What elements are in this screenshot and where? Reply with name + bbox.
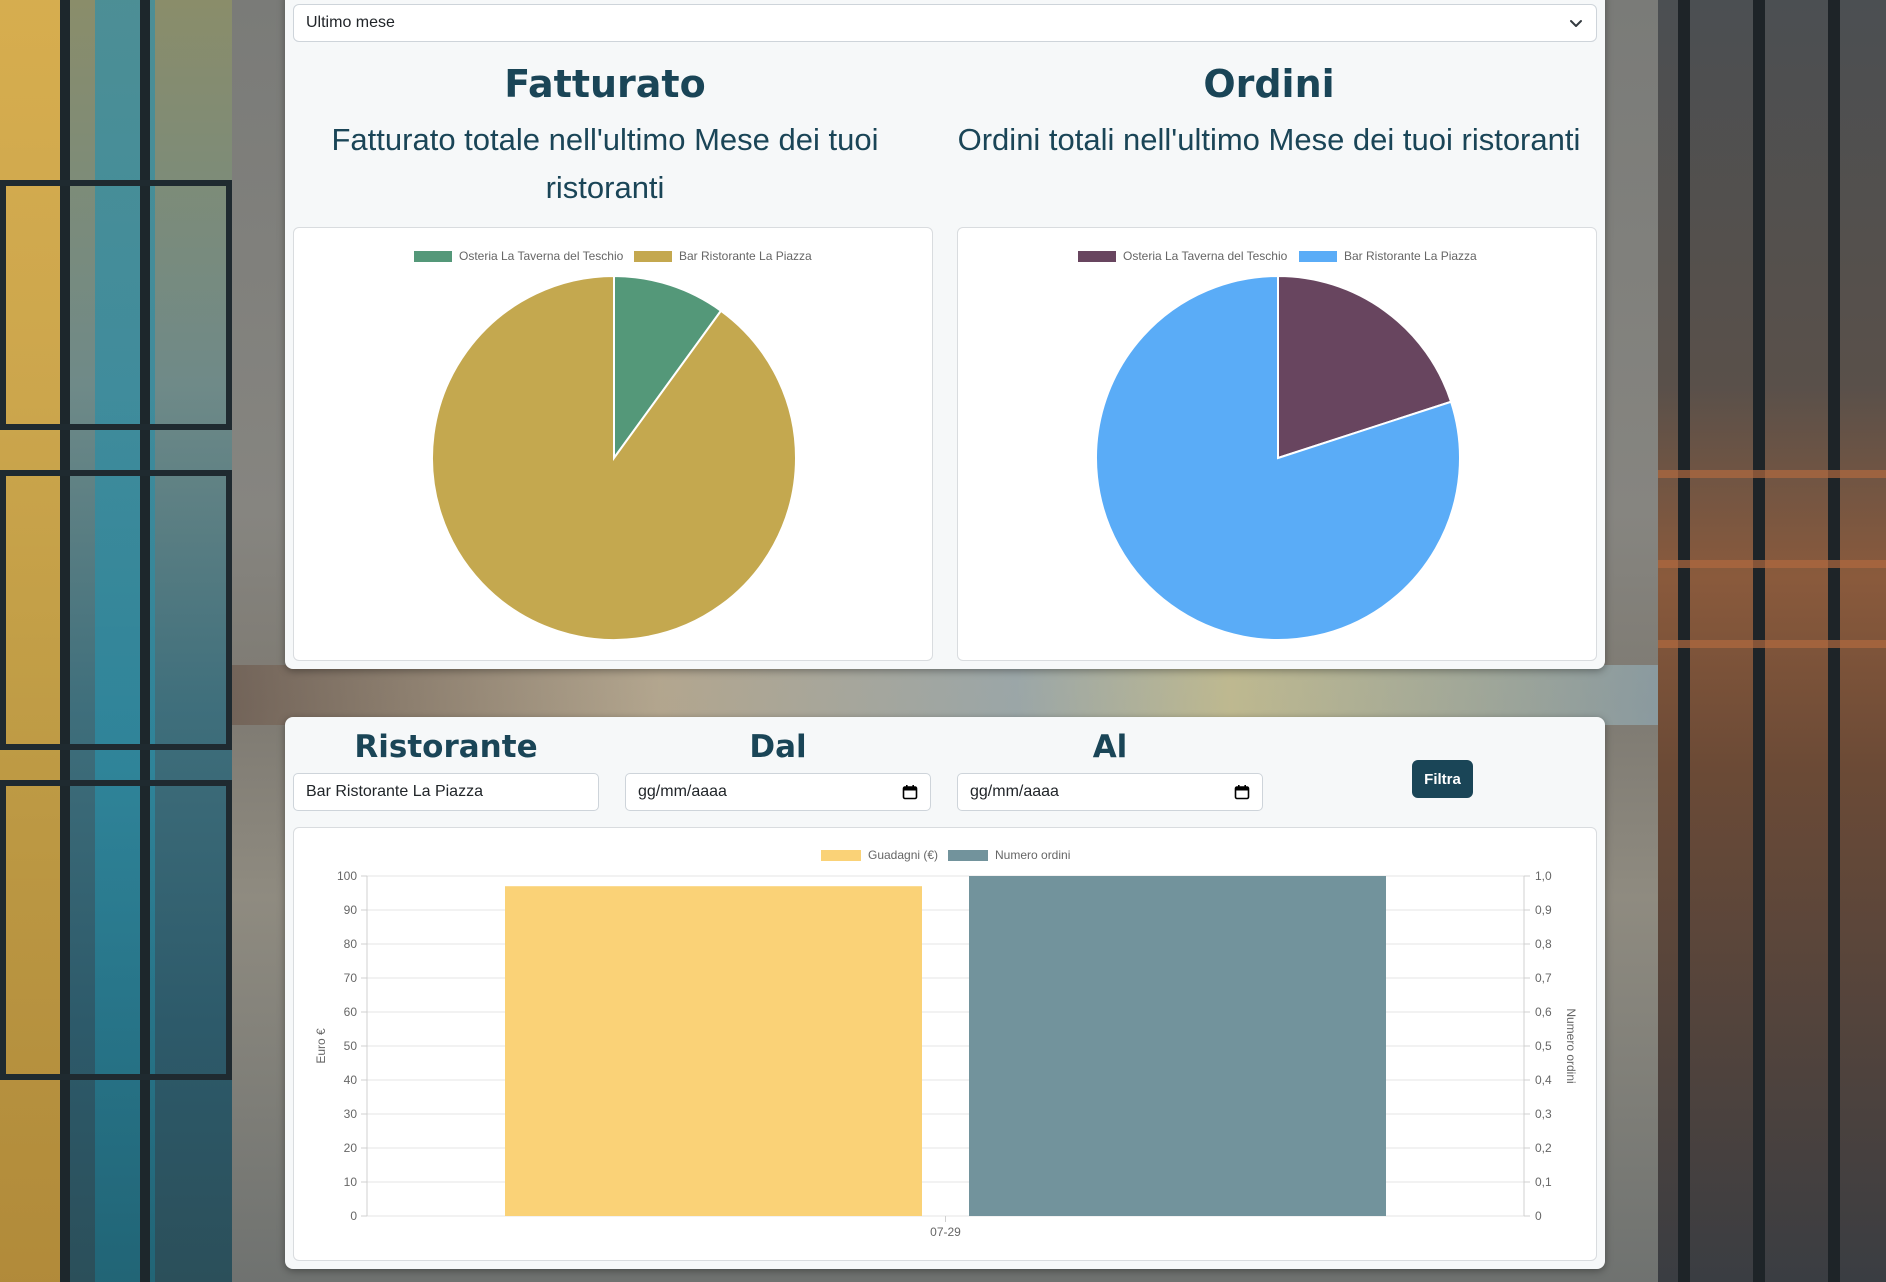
from-date-label: Dal xyxy=(749,729,807,765)
orders-title: Ordini xyxy=(1203,62,1335,106)
revenue-orders-bar-chart: Guadagni (€) Numero ordini 0 10 20 30 40 50 60… xyxy=(293,827,1597,1261)
y2-tick-label: 0 xyxy=(1535,1209,1542,1223)
filter-panel: Ristorante Bar Ristorante La Piazza Dal … xyxy=(285,717,1605,1269)
bar-numero-ordini[interactable] xyxy=(969,876,1386,1216)
y2-tick-label: 1,0 xyxy=(1535,869,1552,883)
revenue-subtitle: Fatturato totale nell'ultimo Mese dei tu… xyxy=(331,122,879,205)
y-tick-label: 80 xyxy=(344,937,358,951)
to-date-placeholder: gg/mm/aaaa xyxy=(970,783,1059,800)
y2-tick-label: 0,8 xyxy=(1535,937,1552,951)
y-tick-label: 10 xyxy=(344,1175,358,1189)
x-tick-label: 07-29 xyxy=(930,1225,961,1239)
y-tick-label: 70 xyxy=(344,971,358,985)
restaurant-input[interactable]: Bar Ristorante La Piazza xyxy=(293,773,599,811)
to-date-label: Al xyxy=(1092,729,1128,765)
from-date-input[interactable]: gg/mm/aaaa xyxy=(625,773,931,811)
orders-pie-chart: Osteria La Taverna del Teschio Bar Risto… xyxy=(957,227,1597,661)
to-date-input[interactable]: gg/mm/aaaa xyxy=(957,773,1263,811)
stats-overview-panel: Ultimo mese Fatturato Fatturato totale n… xyxy=(285,0,1605,669)
y2-tick-label: 0,7 xyxy=(1535,971,1552,985)
bar-guadagni[interactable] xyxy=(505,886,922,1216)
revenue-title: Fatturato xyxy=(504,62,706,106)
y2-tick-label: 0,9 xyxy=(1535,903,1552,917)
bar-chart-svg: 0 10 20 30 40 50 60 70 80 90 100 0 0,1 0,2 0,3 0,4 0,5 0,… xyxy=(314,869,1578,1239)
revenue-pie-chart: Osteria La Taverna del Teschio Bar Risto… xyxy=(293,227,933,661)
calendar-icon[interactable] xyxy=(902,784,918,800)
y2-tick-label: 0,2 xyxy=(1535,1141,1552,1155)
y2-tick-label: 0,1 xyxy=(1535,1175,1552,1189)
y-tick-label: 30 xyxy=(344,1107,358,1121)
y2-tick-label: 0,6 xyxy=(1535,1005,1552,1019)
y-tick-label: 40 xyxy=(344,1073,358,1087)
y2-axis-title: Numero ordini xyxy=(1564,1008,1578,1083)
restaurant-label: Ristorante xyxy=(354,729,538,765)
period-select[interactable]: Ultimo mese xyxy=(293,4,1597,42)
y-tick-label: 20 xyxy=(344,1141,358,1155)
orders-pie-svg xyxy=(1095,274,1461,641)
y-tick-label: 60 xyxy=(344,1005,358,1019)
filter-button[interactable]: Filtra xyxy=(1412,760,1473,798)
calendar-icon[interactable] xyxy=(1234,784,1250,800)
y-tick-label: 50 xyxy=(344,1039,358,1053)
restaurant-input-value: Bar Ristorante La Piazza xyxy=(306,783,483,800)
y2-tick-label: 0,3 xyxy=(1535,1107,1552,1121)
y2-tick-label: 0,4 xyxy=(1535,1073,1552,1087)
chevron-down-icon xyxy=(1570,20,1582,27)
from-date-placeholder: gg/mm/aaaa xyxy=(638,783,727,800)
period-select-value: Ultimo mese xyxy=(306,14,395,31)
revenue-pie-svg xyxy=(431,274,797,641)
y-tick-label: 0 xyxy=(350,1209,357,1223)
y2-tick-label: 0,5 xyxy=(1535,1039,1552,1053)
pie-slice-piazza[interactable] xyxy=(431,274,797,641)
y-tick-label: 100 xyxy=(337,869,357,883)
orders-subtitle: Ordini totali nell'ultimo Mese dei tuoi … xyxy=(957,122,1581,157)
y-tick-label: 90 xyxy=(344,903,358,917)
y-axis-title: Euro € xyxy=(314,1028,328,1064)
